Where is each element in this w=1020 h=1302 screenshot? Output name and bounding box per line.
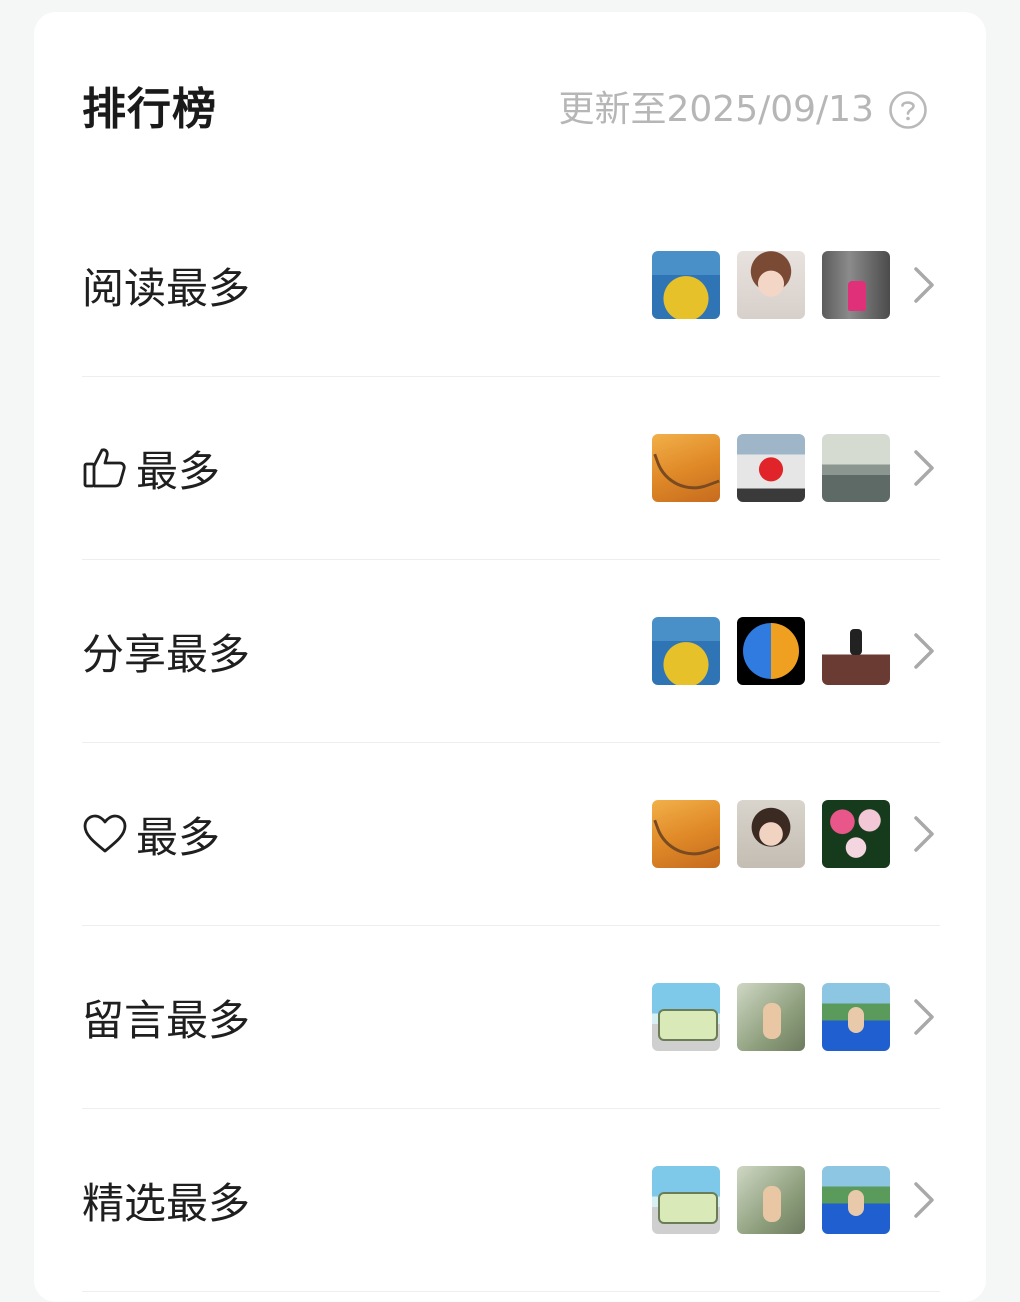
ranking-row-most-hearts[interactable]: 最多	[82, 743, 940, 926]
update-date: 更新至2025/09/13	[558, 89, 875, 130]
heart-icon	[82, 811, 128, 857]
chevron-right-icon[interactable]	[912, 743, 936, 925]
avatar[interactable]	[737, 1166, 805, 1234]
chevron-right-icon[interactable]	[912, 377, 936, 559]
ranking-row-most-shared[interactable]: 分享最多	[82, 560, 940, 743]
avatar[interactable]	[822, 251, 890, 319]
avatar[interactable]	[737, 983, 805, 1051]
thumbs-up-icon	[82, 445, 128, 491]
avatar[interactable]	[652, 1166, 720, 1234]
row-label: 分享最多	[82, 560, 250, 742]
avatar[interactable]	[822, 434, 890, 502]
row-thumbnails	[635, 194, 890, 376]
chevron-right-icon[interactable]	[912, 1109, 936, 1291]
row-label: 留言最多	[82, 926, 250, 1108]
row-thumbnails	[635, 1109, 890, 1291]
row-label: 最多	[82, 743, 220, 925]
page-title: 排行榜	[82, 84, 217, 135]
ranking-header: 排行榜 更新至2025/09/13	[82, 72, 928, 148]
row-label-text: 留言最多	[82, 995, 251, 1045]
avatar[interactable]	[822, 983, 890, 1051]
avatar[interactable]	[652, 617, 720, 685]
row-label-text: 精选最多	[82, 1178, 251, 1228]
row-label: 最多	[82, 377, 220, 559]
chevron-right-icon[interactable]	[912, 194, 936, 376]
avatar[interactable]	[737, 251, 805, 319]
row-thumbnails	[635, 377, 890, 559]
ranking-card: 排行榜 更新至2025/09/13 阅读最多 最多 分享最多 最多 留言最多 精…	[34, 12, 986, 1302]
row-thumbnails	[635, 560, 890, 742]
avatar[interactable]	[822, 1166, 890, 1234]
avatar[interactable]	[822, 617, 890, 685]
row-label: 阅读最多	[82, 194, 250, 376]
update-info: 更新至2025/09/13	[559, 72, 929, 148]
row-label: 精选最多	[82, 1109, 250, 1291]
chevron-right-icon[interactable]	[912, 926, 936, 1108]
avatar[interactable]	[652, 251, 720, 319]
ranking-row-most-read[interactable]: 阅读最多	[82, 194, 940, 377]
ranking-row-most-comments[interactable]: 留言最多	[82, 926, 940, 1109]
row-label-text: 最多	[136, 446, 221, 496]
row-label-text: 分享最多	[82, 629, 251, 679]
question-circle-icon[interactable]	[888, 90, 928, 130]
chevron-right-icon[interactable]	[912, 560, 936, 742]
avatar[interactable]	[652, 434, 720, 502]
avatar[interactable]	[652, 983, 720, 1051]
ranking-list: 阅读最多 最多 分享最多 最多 留言最多 精选最多	[82, 194, 940, 1292]
row-label-text: 最多	[136, 812, 221, 862]
avatar[interactable]	[737, 434, 805, 502]
avatar[interactable]	[652, 800, 720, 868]
ranking-row-most-featured[interactable]: 精选最多	[82, 1109, 940, 1292]
avatar[interactable]	[737, 617, 805, 685]
row-thumbnails	[635, 926, 890, 1108]
ranking-row-most-likes[interactable]: 最多	[82, 377, 940, 560]
avatar[interactable]	[822, 800, 890, 868]
row-label-text: 阅读最多	[82, 263, 251, 313]
avatar[interactable]	[737, 800, 805, 868]
row-thumbnails	[635, 743, 890, 925]
